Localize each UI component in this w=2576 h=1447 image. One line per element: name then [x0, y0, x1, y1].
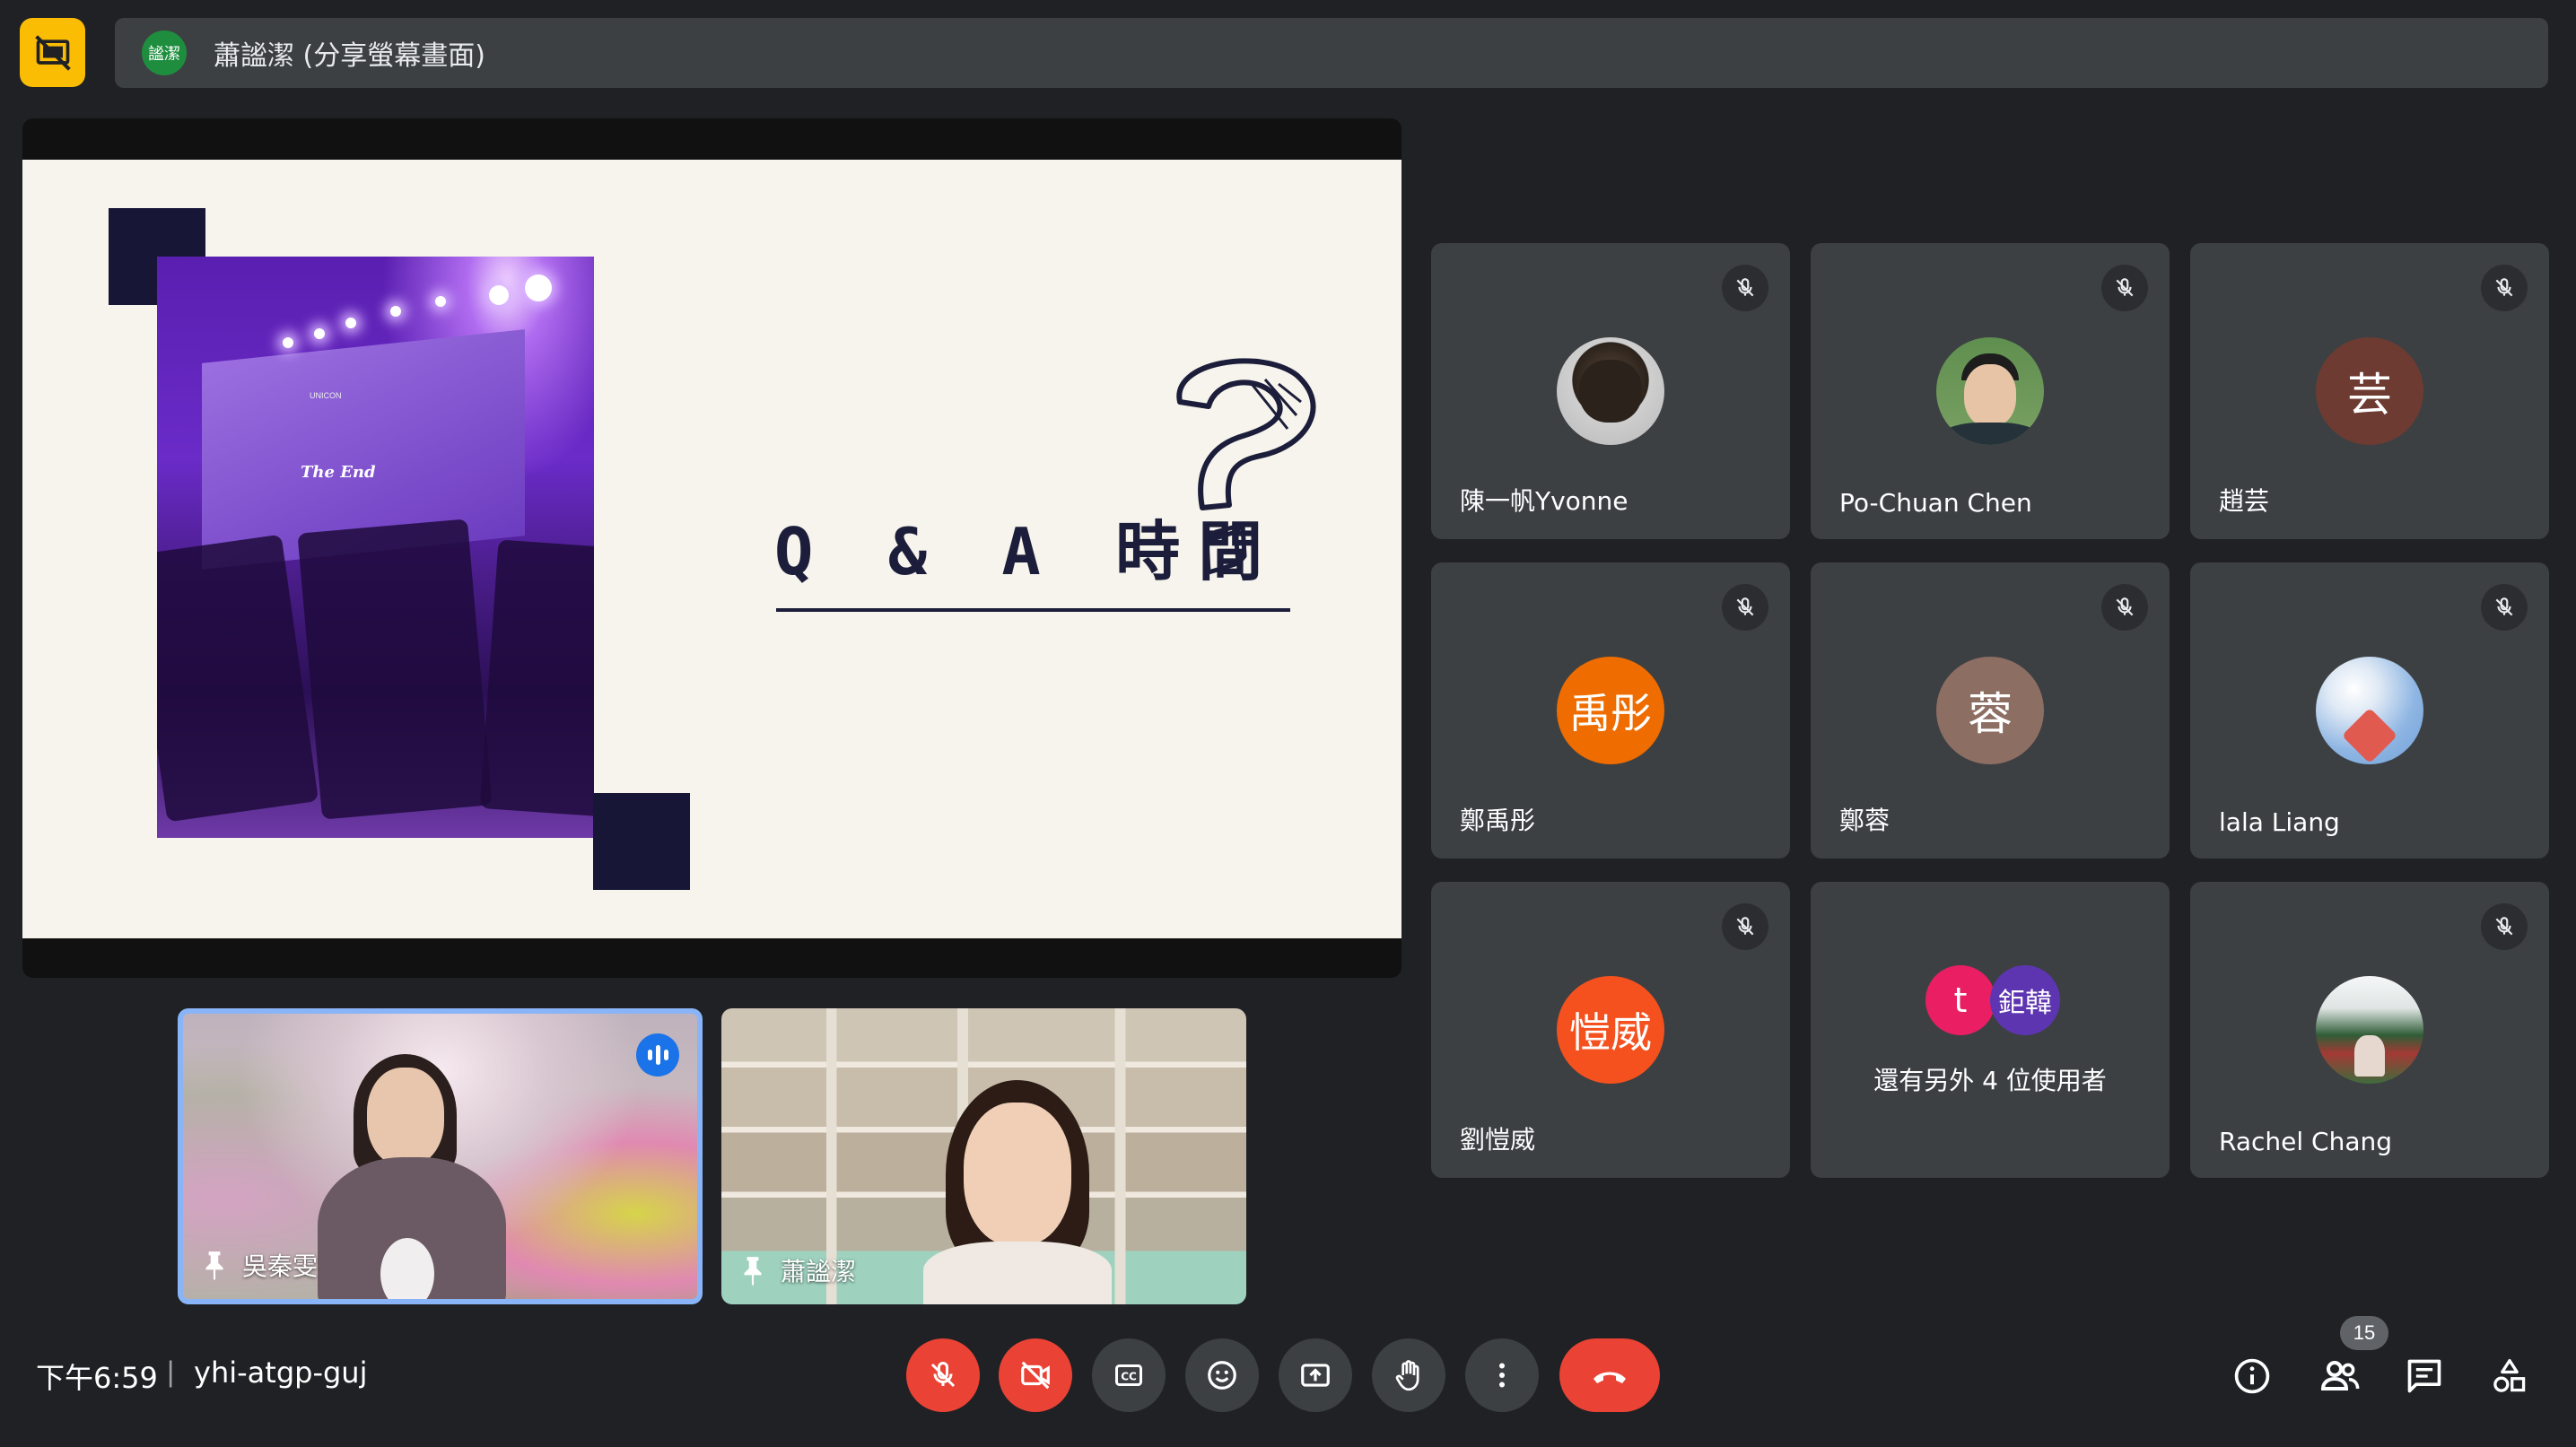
- leave-call-button[interactable]: [1559, 1338, 1660, 1412]
- participant-name: 劉愷威: [1460, 1125, 1536, 1155]
- meeting-separator: |: [167, 1355, 175, 1388]
- presenter-avatar: 謐潔: [142, 31, 187, 75]
- participant-name: 鄭禹彤: [1460, 806, 1536, 835]
- mic-off-icon: [1722, 265, 1768, 311]
- videocam-off-icon: [1021, 1361, 1050, 1390]
- meeting-code[interactable]: yhi-atgp-guj: [194, 1355, 367, 1390]
- participant-name: 蕭謐潔: [781, 1257, 857, 1286]
- avatar: 愷威: [1557, 976, 1664, 1084]
- others-tile[interactable]: t 鉅韓 還有另外 4 位使用者: [1811, 882, 2170, 1178]
- avatar: 蓉: [1936, 657, 2044, 764]
- participant-name: 鄭蓉: [1839, 806, 1891, 835]
- captions-button[interactable]: CC: [1092, 1338, 1166, 1412]
- mic-off-icon: [2101, 265, 2148, 311]
- participant-name: 趙芸: [2219, 486, 2270, 516]
- mic-off-icon: [2101, 584, 2148, 631]
- pinned-participant-label: 吳秦雯: [203, 1247, 318, 1283]
- meeting-details-button[interactable]: [2223, 1347, 2281, 1405]
- participant-tile[interactable]: 蓉 鄭蓉: [1811, 562, 2170, 859]
- activities-icon: [2493, 1358, 2526, 1392]
- present-now-button[interactable]: [1279, 1338, 1352, 1412]
- people-icon: [2320, 1361, 2360, 1390]
- participant-tile[interactable]: 禹彤 鄭禹彤: [1431, 562, 1790, 859]
- mic-off-icon: [930, 1361, 956, 1388]
- others-count-label: 還有另外 4 位使用者: [1873, 1066, 2107, 1095]
- participant-name: Po-Chuan Chen: [1839, 488, 2032, 518]
- presentation-slide: UNICON The End Q & A 時間: [22, 160, 1402, 938]
- participant-tile-pinned[interactable]: 吳秦雯: [178, 1008, 703, 1304]
- presentation-badge[interactable]: [20, 18, 85, 87]
- speaking-indicator-icon: [636, 1033, 679, 1077]
- svg-text:CC: CC: [1121, 1370, 1137, 1382]
- avatar: [2316, 976, 2423, 1084]
- question-mark-icon: [1176, 358, 1316, 575]
- mic-off-icon: [2481, 903, 2528, 950]
- pin-icon: [205, 1251, 223, 1280]
- photo-brand-text: UNICON: [310, 391, 342, 400]
- pinned-participant-label: 蕭謐潔: [741, 1252, 856, 1288]
- presentation-banner: 謐潔 蕭謐潔 (分享螢幕畫面): [115, 18, 2548, 88]
- participant-tile[interactable]: 愷威 劉愷威: [1431, 882, 1790, 1178]
- chat-button[interactable]: [2396, 1347, 2453, 1405]
- others-avatar-initials: 鉅韓: [1990, 965, 2060, 1035]
- mic-off-icon: [2481, 584, 2528, 631]
- participant-tile[interactable]: lala Liang: [2190, 562, 2549, 859]
- participant-name: lala Liang: [2219, 807, 2340, 837]
- presentation-label: 蕭謐潔 (分享螢幕畫面): [214, 40, 485, 72]
- mic-off-icon: [2481, 265, 2528, 311]
- pin-icon: [744, 1257, 762, 1286]
- present-stop-icon: [34, 34, 71, 71]
- more-options-button[interactable]: [1465, 1338, 1539, 1412]
- others-avatar-t: t: [1925, 965, 1995, 1035]
- emoji-reaction-button[interactable]: [1185, 1338, 1259, 1412]
- mic-toggle-button[interactable]: [906, 1338, 980, 1412]
- participant-tile-pinned[interactable]: 蕭謐潔: [721, 1008, 1246, 1304]
- participant-tile[interactable]: 陳一帆Yvonne: [1431, 243, 1790, 539]
- mic-off-icon: [1722, 584, 1768, 631]
- mic-off-icon: [1722, 903, 1768, 950]
- participant-name: Rachel Chang: [2219, 1127, 2393, 1156]
- call-end-icon: [1594, 1372, 1626, 1383]
- info-icon: [2234, 1358, 2270, 1394]
- meeting-time: 下午6:59: [36, 1361, 158, 1395]
- emoji-icon: [1208, 1361, 1236, 1390]
- avatar: 芸: [2316, 337, 2423, 445]
- raise-hand-icon: [1395, 1360, 1419, 1391]
- raise-hand-button[interactable]: [1372, 1338, 1445, 1412]
- closed-caption-icon: CC: [1115, 1364, 1142, 1386]
- participant-tile[interactable]: Po-Chuan Chen: [1811, 243, 2170, 539]
- participant-tile[interactable]: Rachel Chang: [2190, 882, 2549, 1178]
- people-button[interactable]: [2311, 1347, 2369, 1405]
- participant-tile[interactable]: 芸 趙芸: [2190, 243, 2549, 539]
- photo-end-text: The End: [301, 463, 376, 482]
- participant-name: 陳一帆Yvonne: [1460, 486, 1629, 516]
- avatar: [1936, 337, 2044, 445]
- people-count-badge: 15: [2340, 1316, 2388, 1350]
- concert-photo: UNICON The End: [157, 257, 594, 838]
- title-underline: [776, 608, 1290, 612]
- participant-name: 吳秦雯: [242, 1251, 319, 1281]
- avatar: 禹彤: [1557, 657, 1664, 764]
- avatar: [1557, 337, 1664, 445]
- more-vert-icon: [1499, 1363, 1505, 1388]
- decor-square: [593, 793, 690, 890]
- chat-icon: [2407, 1359, 2441, 1393]
- present-screen-icon: [1301, 1364, 1330, 1387]
- activities-button[interactable]: [2481, 1347, 2538, 1405]
- camera-toggle-button[interactable]: [999, 1338, 1072, 1412]
- shared-screen[interactable]: UNICON The End Q & A 時間: [22, 118, 1402, 978]
- avatar: [2316, 657, 2423, 764]
